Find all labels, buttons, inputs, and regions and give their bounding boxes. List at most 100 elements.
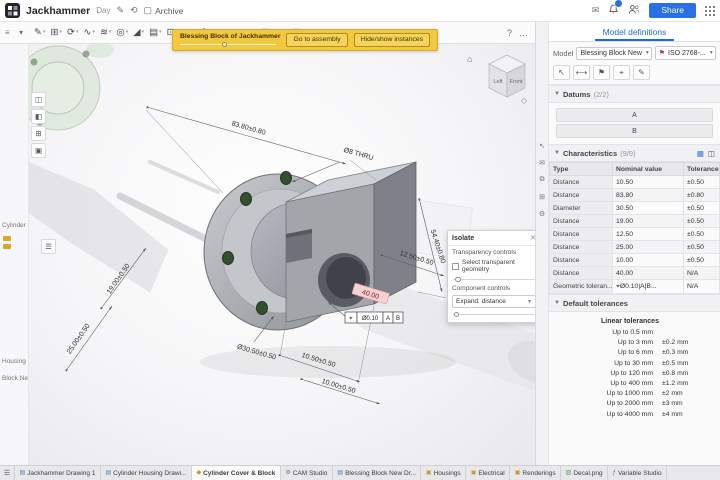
- characteristics-section-header[interactable]: ▼ Characteristics (9/9) ▦ ◫: [549, 144, 720, 162]
- notifications-icon[interactable]: [608, 0, 624, 20]
- characteristics-table: Type Nominal value Tolerance Distance 10.…: [549, 162, 720, 294]
- characteristic-row[interactable]: Geometric toleran... ⌖Ø0.10|A|B... N/A: [549, 279, 720, 294]
- panel-header-tab[interactable]: Model definitions: [594, 25, 675, 41]
- share-button[interactable]: Share: [649, 3, 696, 18]
- cursor-icon[interactable]: ↖: [539, 142, 545, 150]
- column-header[interactable]: Nominal value: [612, 162, 684, 176]
- viewcube-front-face[interactable]: Front: [510, 79, 523, 85]
- tab-menu-icon[interactable]: ☰: [0, 466, 15, 480]
- geometric-tolerance-button[interactable]: ⌖: [613, 65, 630, 80]
- sketch-tool[interactable]: ✎ ▾: [32, 27, 47, 39]
- tab-blessing-block-new-dr[interactable]: ▤ Blessing Block New Dr...: [333, 466, 422, 480]
- transparency-controls-label: Transparency controls: [452, 249, 517, 256]
- characteristic-row[interactable]: Distance 10.00 ±0.50: [549, 253, 720, 267]
- characteristic-row[interactable]: Distance 10.50 ±0.50: [549, 175, 720, 189]
- tab-variable-studio[interactable]: ƒ Variable Studio: [608, 466, 668, 480]
- extrude-tool[interactable]: ⊞ ▾: [48, 27, 63, 39]
- tab-cam-studio[interactable]: ⚙ CAM Studio: [281, 466, 333, 480]
- home-view-icon[interactable]: ⌂: [467, 54, 472, 64]
- section-view-button[interactable]: ◧: [31, 109, 46, 124]
- tabs-container: ▤ Jackhammer Drawing 1 ▤ Cylinder Housing D…: [15, 466, 668, 480]
- select-cursor-button[interactable]: ↖: [553, 65, 570, 80]
- help-icon[interactable]: ?: [504, 28, 515, 38]
- overlay-icon[interactable]: ⧉: [540, 176, 545, 184]
- tab-renderings[interactable]: ▣ Renderings: [510, 466, 562, 480]
- comments-icon[interactable]: ✉: [592, 6, 600, 15]
- datum-row[interactable]: A: [556, 108, 713, 122]
- part-chip-icon[interactable]: [3, 244, 11, 249]
- characteristic-row[interactable]: Distance 19.00 ±0.50: [549, 214, 720, 228]
- tree-filter-icon[interactable]: ▾: [19, 28, 23, 37]
- sweep-tool[interactable]: ∿ ▾: [81, 27, 96, 39]
- hide-show-instances-button[interactable]: Hide/show instances: [353, 33, 431, 47]
- tab-housings[interactable]: ▣ Housings: [421, 466, 467, 480]
- chevron-down-icon: ▼: [644, 50, 650, 56]
- tree-item-label[interactable]: Housing: [2, 358, 26, 365]
- tab-cylinder-cover-block[interactable]: ◆ Cylinder Cover & Block: [191, 466, 281, 480]
- table-view-icon[interactable]: ▦: [697, 149, 704, 158]
- tab-jackhammer-drawing-1[interactable]: ▤ Jackhammer Drawing 1: [15, 466, 101, 480]
- characteristic-row[interactable]: Distance 12.50 ±0.50: [549, 227, 720, 241]
- transparency-slider[interactable]: [452, 276, 535, 282]
- column-header[interactable]: Type: [549, 162, 613, 176]
- characteristic-row[interactable]: Distance 40.00 N/A: [549, 266, 720, 280]
- tree-item-label[interactable]: Cylinder: [2, 222, 26, 229]
- datums-section-header[interactable]: ▼ Datums (2/2): [549, 85, 720, 103]
- dim-label[interactable]: Ø8 THRU: [343, 147, 374, 162]
- tab-cylinder-housing-drawi[interactable]: ▤ Cylinder Housing Drawi...: [101, 466, 192, 480]
- dim-label[interactable]: 25.00±0.50: [66, 323, 92, 356]
- expand-distance-slider[interactable]: [452, 311, 535, 317]
- view-cube[interactable]: ⌂ Left Front ◇: [467, 52, 529, 105]
- history-icon[interactable]: ⟲: [130, 6, 138, 15]
- view-options-icon[interactable]: ◇: [521, 96, 527, 105]
- explode-button[interactable]: ⊞: [31, 126, 46, 141]
- standard-dropdown[interactable]: ⚑ ISO 2768-... ▼: [654, 46, 716, 60]
- apps-grid-icon[interactable]: [705, 5, 715, 16]
- banner-transparency-slider[interactable]: [180, 42, 276, 47]
- hole-tool[interactable]: ◎ ▾: [114, 27, 130, 39]
- feature-list-button[interactable]: ☰: [41, 239, 56, 254]
- archive-button[interactable]: ▢ Archive: [144, 6, 184, 16]
- appearance-button[interactable]: ▣: [31, 143, 46, 158]
- datum-row[interactable]: B: [556, 124, 713, 138]
- go-to-assembly-button[interactable]: Go to assembly: [286, 33, 348, 47]
- dim-label[interactable]: 10.00±0.50: [321, 378, 357, 395]
- chamfer-tool[interactable]: ◢ ▾: [131, 27, 146, 39]
- characteristic-tolerance: ±0.50: [683, 227, 720, 241]
- dim-label[interactable]: 83.80±0.80: [231, 120, 267, 136]
- feature-control-frame[interactable]: ⌖ Ø0.10 A B: [344, 311, 404, 324]
- transparent-geometry-checkbox[interactable]: Select transparent geometry: [452, 259, 535, 273]
- columns-icon[interactable]: ◫: [708, 149, 715, 158]
- tree-collapse-icon[interactable]: ≡: [5, 28, 10, 37]
- viewcube-left-face[interactable]: Left: [493, 79, 503, 85]
- grid-icon[interactable]: ⊞: [539, 193, 545, 201]
- people-icon[interactable]: [628, 2, 640, 20]
- default-tolerances-section-header[interactable]: ▼ Default tolerances: [549, 294, 720, 312]
- characteristic-row[interactable]: Diameter 30.50 ±0.50: [549, 201, 720, 215]
- toolbar-more-icon[interactable]: …: [516, 28, 531, 38]
- tree-item-label[interactable]: Block New: [2, 375, 28, 382]
- expand-mode-dropdown[interactable]: Expand: distance ▼: [452, 295, 535, 308]
- characteristic-row[interactable]: Distance 83.80 ±0.80: [549, 188, 720, 202]
- loft-tool[interactable]: ≋ ▾: [98, 27, 113, 39]
- isolate-button[interactable]: ◫: [31, 92, 46, 107]
- settings-icon[interactable]: ⚙: [539, 210, 545, 218]
- note-button[interactable]: ✎: [633, 65, 650, 80]
- comment-icon[interactable]: ✉: [539, 159, 545, 167]
- shell-tool[interactable]: ▤ ▾: [147, 27, 164, 39]
- part-chip-icon[interactable]: [3, 236, 11, 241]
- datum-button[interactable]: ⚑: [593, 65, 610, 80]
- characteristic-nominal: 19.00: [612, 214, 684, 228]
- onshape-logo-icon[interactable]: [5, 3, 20, 18]
- graphics-viewport[interactable]: 83.80±0.80 Ø8 THRU Ø30.50±0.50 25.00±0.5…: [28, 44, 535, 466]
- tab-electrical[interactable]: ▣ Electrical: [466, 466, 511, 480]
- drawing-tab-icon: ▤: [19, 470, 26, 476]
- edit-pencil-icon[interactable]: ✎: [116, 6, 124, 15]
- column-header[interactable]: Tolerance: [683, 162, 720, 176]
- document-subtitle: Day: [96, 6, 111, 15]
- characteristic-row[interactable]: Distance 25.00 ±0.50: [549, 240, 720, 254]
- model-dropdown[interactable]: Blessing Block New ▼: [576, 46, 652, 60]
- revolve-tool[interactable]: ⟳ ▾: [65, 27, 80, 39]
- tab-decal-png[interactable]: ▨ Decal.png: [561, 466, 609, 480]
- dimension-button[interactable]: ⟷: [573, 65, 590, 80]
